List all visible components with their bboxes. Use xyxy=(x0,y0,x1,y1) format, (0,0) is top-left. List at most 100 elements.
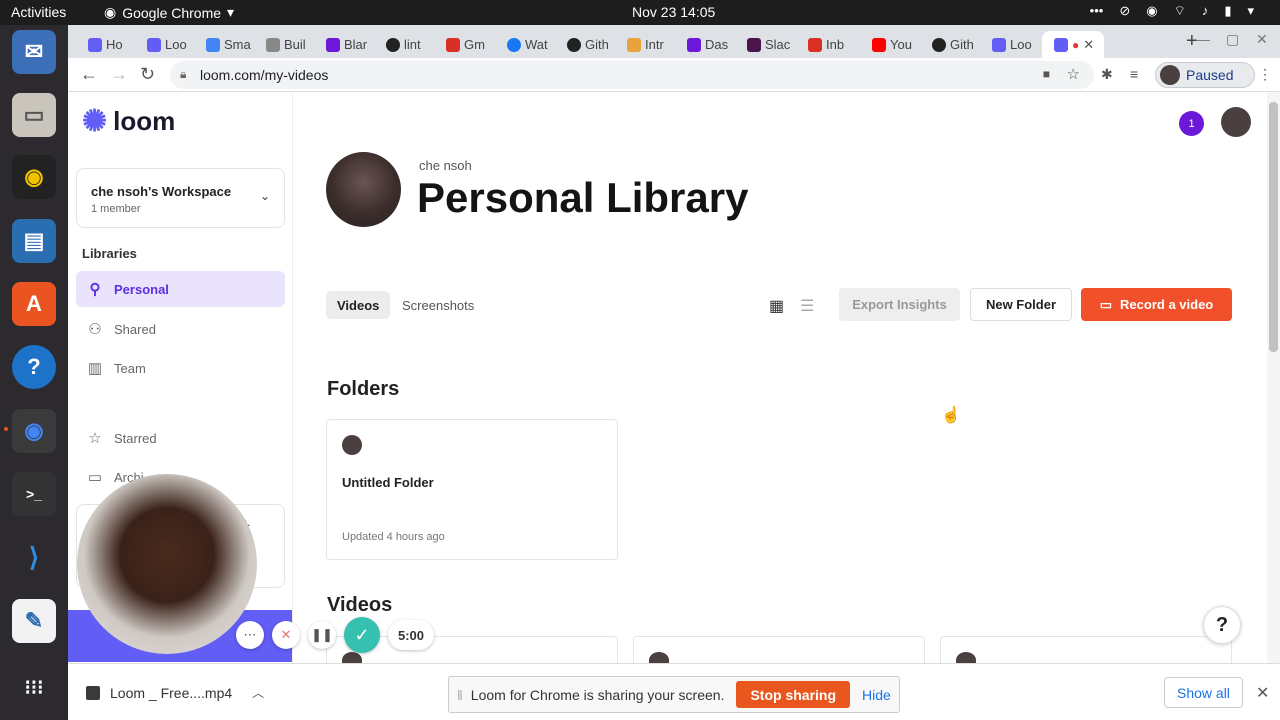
active-browser-tab[interactable]: ● ✕ xyxy=(1042,31,1104,58)
tab-strip: Ho Loo Sma Buil Blar lint Gm Wat Gith In… xyxy=(68,25,1280,58)
close-icon[interactable]: ✕ xyxy=(1256,683,1269,703)
chevron-up-icon[interactable]: ︿ xyxy=(252,684,264,701)
finish-recording-icon[interactable]: ✓ xyxy=(344,617,380,653)
hand-cursor-icon: ☝ xyxy=(941,407,961,424)
sidebar-item-team[interactable]: ▥ Team xyxy=(76,350,285,386)
hide-button[interactable]: Hide xyxy=(862,687,891,703)
help-app-icon[interactable]: ? xyxy=(12,345,56,389)
rhythmbox-icon[interactable]: ◉ xyxy=(12,155,56,199)
videos-heading: Videos xyxy=(327,594,393,616)
maximize-icon[interactable]: ▢ xyxy=(1226,31,1239,48)
browser-tab[interactable]: Loo xyxy=(980,31,1040,58)
address-bar[interactable]: 🔒︎ loom.com/my-videos ■ ☆ xyxy=(170,61,1094,89)
forward-icon[interactable]: → xyxy=(110,64,128,85)
bookmark-star-icon[interactable]: ☆ xyxy=(1067,65,1080,83)
media-control-icon[interactable]: ≡ xyxy=(1130,66,1138,82)
sidebar-item-shared[interactable]: ⚇ Shared xyxy=(76,311,285,347)
more-options-icon[interactable]: ⋯ xyxy=(236,621,264,649)
video-card[interactable] xyxy=(633,636,925,668)
browser-tab[interactable]: You xyxy=(860,31,920,58)
record-video-button[interactable]: ▭ Record a video xyxy=(1081,288,1232,321)
browser-tab[interactable]: Loo xyxy=(135,31,195,58)
reload-icon[interactable]: ↻ xyxy=(140,64,155,85)
close-window-icon[interactable]: ✕ xyxy=(1256,31,1268,48)
software-icon[interactable]: A xyxy=(12,282,56,326)
terminal-icon[interactable]: >_ xyxy=(12,472,56,516)
folder-card[interactable]: Untitled Folder Updated 4 hours ago xyxy=(326,419,618,560)
tab-label: Das xyxy=(705,37,729,52)
extensions-icon[interactable]: ✱ xyxy=(1101,66,1113,83)
power-caret-icon[interactable]: ▾ xyxy=(1247,3,1254,19)
browser-tab[interactable]: Gm xyxy=(434,31,494,58)
drag-handle-icon[interactable]: ‖ xyxy=(457,687,463,703)
files-icon[interactable]: ▭ xyxy=(12,93,56,137)
activities-button[interactable]: Activities xyxy=(11,4,66,20)
export-insights-button[interactable]: Export Insights xyxy=(839,288,960,321)
camera-bubble[interactable] xyxy=(77,474,257,654)
mic-icon[interactable]: ♪ xyxy=(1202,3,1209,19)
chrome-tray-icon[interactable]: ◉ xyxy=(1146,3,1157,19)
video-card[interactable] xyxy=(940,636,1232,668)
battery-icon[interactable]: ▮ xyxy=(1224,3,1231,19)
stop-sharing-button[interactable]: Stop sharing xyxy=(736,681,851,708)
browser-tab[interactable]: Blar xyxy=(314,31,374,58)
pause-icon[interactable]: ❚❚ xyxy=(308,621,336,649)
browser-tab[interactable]: Das xyxy=(675,31,735,58)
sidebar-item-personal[interactable]: ⚲ Personal xyxy=(76,271,285,307)
cancel-recording-icon[interactable]: ✕ xyxy=(272,621,300,649)
browser-tab[interactable]: Buil xyxy=(254,31,314,58)
notification-badge[interactable]: 1 xyxy=(1179,111,1204,136)
tab-favicon xyxy=(932,37,946,52)
system-tray[interactable]: ••• ⊘ ◉ ⌔ ♪ ▮ ▾ xyxy=(1090,3,1254,19)
show-all-button[interactable]: Show all xyxy=(1164,677,1243,708)
list-view-icon[interactable]: ☰ xyxy=(800,296,814,316)
chrome-dock-icon[interactable]: ◉ xyxy=(12,409,56,453)
tab-close-icon[interactable]: ✕ xyxy=(1083,37,1094,53)
camera-icon[interactable]: ■ xyxy=(1043,67,1050,81)
more-icon[interactable]: ••• xyxy=(1090,3,1104,19)
sidebar-item-starred[interactable]: ☆ Starred xyxy=(76,420,285,456)
video-camera-icon: ▭ xyxy=(1099,296,1113,312)
tab-label: Gith xyxy=(950,37,974,52)
text-editor-icon[interactable]: ✎ xyxy=(12,599,56,643)
browser-tab[interactable]: Slac xyxy=(735,31,795,58)
folder-updated: Updated 4 hours ago xyxy=(342,531,445,543)
scrollbar-thumb[interactable] xyxy=(1269,102,1278,352)
tab-screenshots[interactable]: Screenshots xyxy=(391,291,485,319)
person-icon: ⚲ xyxy=(89,281,101,298)
grid-view-icon[interactable]: ▦ xyxy=(769,296,784,316)
blocked-icon[interactable]: ⊘ xyxy=(1119,3,1130,19)
wifi-icon[interactable]: ⌔ xyxy=(1174,3,1186,19)
tab-favicon xyxy=(206,37,220,52)
sidebar-item-label: Team xyxy=(114,360,146,376)
profile-button[interactable]: Paused xyxy=(1155,62,1255,88)
browser-tab[interactable]: Sma xyxy=(194,31,254,58)
app-grid-icon[interactable]: ⁝⁝⁝ xyxy=(12,665,56,709)
building-icon: ▥ xyxy=(87,360,103,377)
new-folder-button[interactable]: New Folder xyxy=(970,288,1072,321)
clock[interactable]: Nov 23 14:05 xyxy=(632,4,715,20)
tab-favicon xyxy=(808,37,822,52)
back-icon[interactable]: ← xyxy=(80,64,98,85)
workspace-switcher[interactable]: che nsoh's Workspace 1 member ⌄ xyxy=(76,168,285,228)
user-avatar[interactable] xyxy=(1221,107,1251,137)
app-menu[interactable]: ◉ Google Chrome ▾ xyxy=(104,4,234,21)
chrome-menu-icon[interactable]: ⋮ xyxy=(1258,66,1272,83)
browser-tab[interactable]: Ho xyxy=(76,31,136,58)
download-item[interactable]: Loom _ Free....mp4 ︿ xyxy=(86,684,264,701)
browser-tab[interactable]: Wat xyxy=(495,31,555,58)
tab-videos[interactable]: Videos xyxy=(326,291,391,319)
browser-tab[interactable]: Gith xyxy=(920,31,980,58)
page-scrollbar[interactable] xyxy=(1267,92,1280,663)
browser-tab[interactable]: Inb xyxy=(796,31,856,58)
vscode-icon[interactable]: ⟩ xyxy=(12,535,56,579)
workspace-members: 1 member xyxy=(91,203,141,215)
loom-logo[interactable]: ✺ loom xyxy=(82,106,175,137)
writer-icon[interactable]: ▤ xyxy=(12,219,56,263)
thunderbird-icon[interactable]: ✉ xyxy=(12,30,56,74)
browser-tab[interactable]: Gith xyxy=(555,31,615,58)
help-button[interactable]: ? xyxy=(1203,606,1241,644)
browser-tab[interactable]: lint xyxy=(374,31,434,58)
minimize-icon[interactable]: — xyxy=(1196,31,1210,47)
browser-tab[interactable]: Intr xyxy=(615,31,675,58)
